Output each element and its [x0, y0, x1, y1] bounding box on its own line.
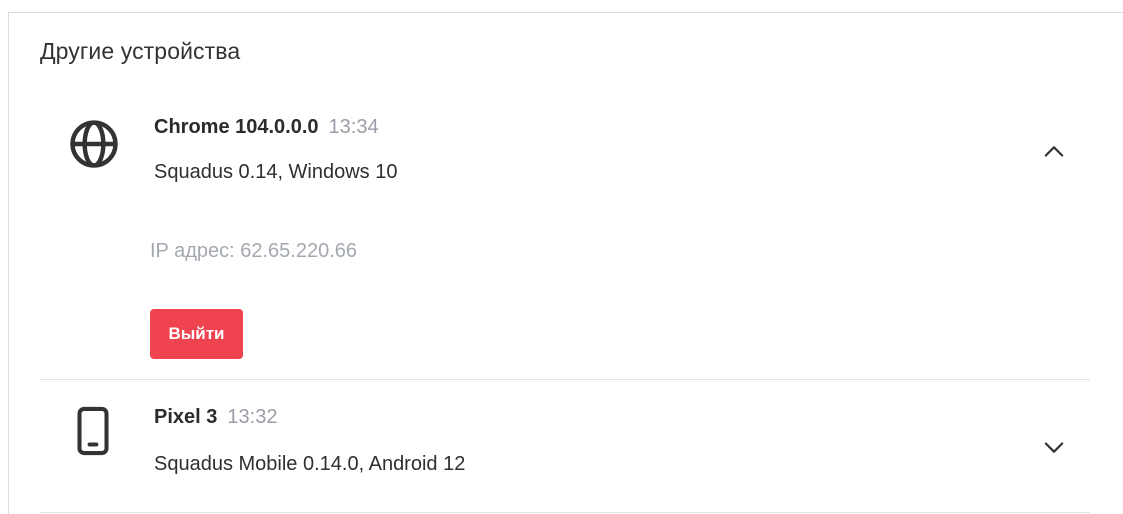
device-item-chrome: Chrome 104.0.0.0 13:34 Squadus 0.14, Wind…	[40, 100, 1090, 380]
section-title: Другие устройства	[40, 38, 241, 64]
globe-icon	[66, 116, 122, 177]
smartphone-icon	[66, 404, 120, 463]
device-name: Chrome 104.0.0.0	[154, 116, 319, 138]
device-ip-address: IP адрес: 62.65.220.66	[150, 240, 358, 262]
device-item-pixel: Pixel 3 13:32 Squadus Mobile 0.14.0, Andr…	[40, 380, 1090, 513]
logout-button[interactable]: Выйти	[150, 309, 243, 359]
device-name-row: Pixel 3 13:32	[154, 406, 277, 429]
device-details: Squadus Mobile 0.14.0, Android 12	[154, 453, 466, 475]
device-last-active-time: 13:32	[227, 406, 278, 428]
device-details: Squadus 0.14, Windows 10	[154, 161, 398, 183]
chevron-down-icon[interactable]	[1040, 433, 1068, 466]
chevron-up-icon[interactable]	[1040, 138, 1068, 171]
device-last-active-time: 13:34	[328, 116, 379, 138]
device-name: Pixel 3	[154, 406, 218, 428]
device-name-row: Chrome 104.0.0.0 13:34	[154, 116, 379, 139]
